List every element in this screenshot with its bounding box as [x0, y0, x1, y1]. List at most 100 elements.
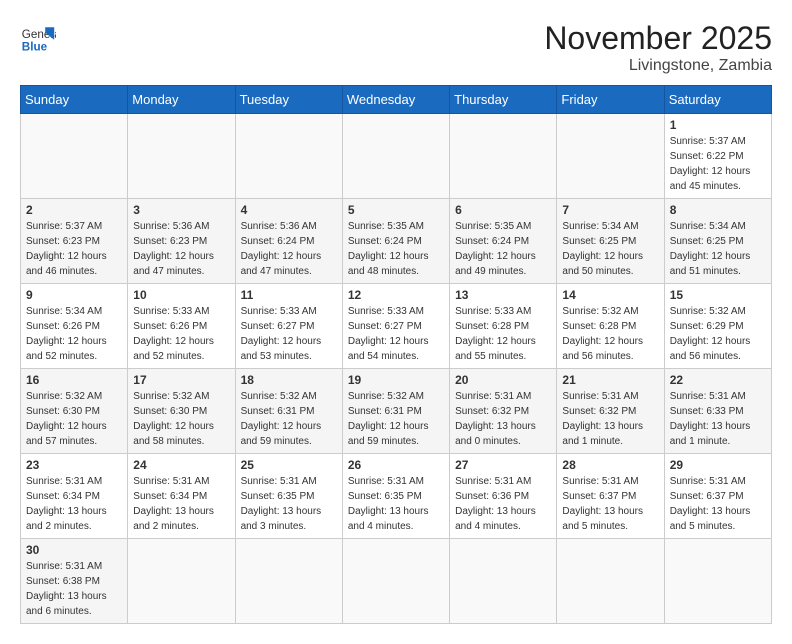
cell-info-text: Sunrise: 5:31 AM Sunset: 6:37 PM Dayligh…	[670, 474, 766, 534]
calendar-cell: 21 Sunrise: 5:31 AM Sunset: 6:32 PM Dayli…	[557, 369, 664, 454]
calendar-cell: 27Sunrise: 5:31 AM Sunset: 6:36 PM Dayli…	[450, 454, 557, 539]
cell-info-text: Sunrise: 5:31 AM Sunset: 6:32 PM Dayligh…	[562, 389, 658, 449]
cell-date-number: 5	[348, 203, 444, 217]
title-area: November 2025 Livingstone, Zambia	[544, 20, 772, 75]
header: General Blue November 2025 Livingstone, …	[20, 20, 772, 75]
calendar-cell	[235, 539, 342, 624]
cell-info-text: Sunrise: 5:32 AM Sunset: 6:30 PM Dayligh…	[133, 389, 229, 449]
cell-info-text: Sunrise: 5:34 AM Sunset: 6:25 PM Dayligh…	[670, 219, 766, 279]
logo: General Blue	[20, 20, 56, 56]
calendar-cell	[450, 539, 557, 624]
calendar-cell	[128, 114, 235, 199]
cell-date-number: 15	[670, 288, 766, 302]
cell-info-text: Sunrise: 5:31 AM Sunset: 6:34 PM Dayligh…	[133, 474, 229, 534]
cell-info-text: Sunrise: 5:31 AM Sunset: 6:36 PM Dayligh…	[455, 474, 551, 534]
day-header-saturday: Saturday	[664, 86, 771, 114]
cell-date-number: 8	[670, 203, 766, 217]
calendar-cell: 30 Sunrise: 5:31 AM Sunset: 6:38 PM Dayli…	[21, 539, 128, 624]
calendar-cell: 1Sunrise: 5:37 AM Sunset: 6:22 PM Daylig…	[664, 114, 771, 199]
cell-date-number: 2	[26, 203, 122, 217]
calendar-cell: 8 Sunrise: 5:34 AM Sunset: 6:25 PM Daylig…	[664, 199, 771, 284]
calendar-cell: 22Sunrise: 5:31 AM Sunset: 6:33 PM Dayli…	[664, 369, 771, 454]
calendar-cell: 25 Sunrise: 5:31 AM Sunset: 6:35 PM Dayli…	[235, 454, 342, 539]
cell-date-number: 19	[348, 373, 444, 387]
cell-date-number: 30	[26, 543, 122, 557]
calendar-week-row: 16Sunrise: 5:32 AM Sunset: 6:30 PM Dayli…	[21, 369, 772, 454]
calendar-cell	[557, 539, 664, 624]
cell-date-number: 28	[562, 458, 658, 472]
cell-info-text: Sunrise: 5:32 AM Sunset: 6:29 PM Dayligh…	[670, 304, 766, 364]
calendar-cell: 15 Sunrise: 5:32 AM Sunset: 6:29 PM Dayli…	[664, 284, 771, 369]
cell-date-number: 10	[133, 288, 229, 302]
calendar-cell: 29 Sunrise: 5:31 AM Sunset: 6:37 PM Dayli…	[664, 454, 771, 539]
cell-date-number: 22	[670, 373, 766, 387]
calendar-cell: 7Sunrise: 5:34 AM Sunset: 6:25 PM Daylig…	[557, 199, 664, 284]
cell-date-number: 17	[133, 373, 229, 387]
calendar-cell: 13 Sunrise: 5:33 AM Sunset: 6:28 PM Dayli…	[450, 284, 557, 369]
cell-info-text: Sunrise: 5:32 AM Sunset: 6:30 PM Dayligh…	[26, 389, 122, 449]
cell-info-text: Sunrise: 5:36 AM Sunset: 6:23 PM Dayligh…	[133, 219, 229, 279]
cell-info-text: Sunrise: 5:37 AM Sunset: 6:23 PM Dayligh…	[26, 219, 122, 279]
cell-date-number: 14	[562, 288, 658, 302]
cell-info-text: Sunrise: 5:35 AM Sunset: 6:24 PM Dayligh…	[348, 219, 444, 279]
cell-info-text: Sunrise: 5:32 AM Sunset: 6:31 PM Dayligh…	[241, 389, 337, 449]
cell-info-text: Sunrise: 5:34 AM Sunset: 6:26 PM Dayligh…	[26, 304, 122, 364]
day-header-sunday: Sunday	[21, 86, 128, 114]
calendar-cell: 2 Sunrise: 5:37 AM Sunset: 6:23 PM Daylig…	[21, 199, 128, 284]
cell-info-text: Sunrise: 5:31 AM Sunset: 6:34 PM Dayligh…	[26, 474, 122, 534]
calendar-cell	[21, 114, 128, 199]
calendar-cell: 12Sunrise: 5:33 AM Sunset: 6:27 PM Dayli…	[342, 284, 449, 369]
cell-info-text: Sunrise: 5:33 AM Sunset: 6:26 PM Dayligh…	[133, 304, 229, 364]
calendar-cell: 23 Sunrise: 5:31 AM Sunset: 6:34 PM Dayli…	[21, 454, 128, 539]
calendar-cell	[128, 539, 235, 624]
cell-date-number: 20	[455, 373, 551, 387]
cell-date-number: 23	[26, 458, 122, 472]
calendar-cell: 18 Sunrise: 5:32 AM Sunset: 6:31 PM Dayli…	[235, 369, 342, 454]
day-header-monday: Monday	[128, 86, 235, 114]
day-header-wednesday: Wednesday	[342, 86, 449, 114]
cell-date-number: 12	[348, 288, 444, 302]
calendar-week-row: 23 Sunrise: 5:31 AM Sunset: 6:34 PM Dayli…	[21, 454, 772, 539]
calendar-cell: 19Sunrise: 5:32 AM Sunset: 6:31 PM Dayli…	[342, 369, 449, 454]
svg-text:Blue: Blue	[22, 41, 48, 54]
calendar-cell: 26 Sunrise: 5:31 AM Sunset: 6:35 PM Dayli…	[342, 454, 449, 539]
calendar-week-row: 2 Sunrise: 5:37 AM Sunset: 6:23 PM Daylig…	[21, 199, 772, 284]
calendar-week-row: 9 Sunrise: 5:34 AM Sunset: 6:26 PM Daylig…	[21, 284, 772, 369]
cell-date-number: 9	[26, 288, 122, 302]
calendar-week-row: 1Sunrise: 5:37 AM Sunset: 6:22 PM Daylig…	[21, 114, 772, 199]
calendar-cell: 28Sunrise: 5:31 AM Sunset: 6:37 PM Dayli…	[557, 454, 664, 539]
cell-date-number: 21	[562, 373, 658, 387]
cell-info-text: Sunrise: 5:31 AM Sunset: 6:32 PM Dayligh…	[455, 389, 551, 449]
cell-date-number: 29	[670, 458, 766, 472]
cell-date-number: 3	[133, 203, 229, 217]
cell-info-text: Sunrise: 5:36 AM Sunset: 6:24 PM Dayligh…	[241, 219, 337, 279]
day-header-tuesday: Tuesday	[235, 86, 342, 114]
cell-date-number: 25	[241, 458, 337, 472]
calendar-cell: 6Sunrise: 5:35 AM Sunset: 6:24 PM Daylig…	[450, 199, 557, 284]
cell-info-text: Sunrise: 5:31 AM Sunset: 6:35 PM Dayligh…	[241, 474, 337, 534]
calendar-cell: 16Sunrise: 5:32 AM Sunset: 6:30 PM Dayli…	[21, 369, 128, 454]
calendar-cell: 10 Sunrise: 5:33 AM Sunset: 6:26 PM Dayli…	[128, 284, 235, 369]
cell-date-number: 4	[241, 203, 337, 217]
calendar-cell: 20 Sunrise: 5:31 AM Sunset: 6:32 PM Dayli…	[450, 369, 557, 454]
cell-date-number: 26	[348, 458, 444, 472]
cell-info-text: Sunrise: 5:32 AM Sunset: 6:28 PM Dayligh…	[562, 304, 658, 364]
cell-date-number: 7	[562, 203, 658, 217]
calendar-header-row: SundayMondayTuesdayWednesdayThursdayFrid…	[21, 86, 772, 114]
location: Livingstone, Zambia	[544, 57, 772, 75]
day-header-thursday: Thursday	[450, 86, 557, 114]
cell-info-text: Sunrise: 5:31 AM Sunset: 6:38 PM Dayligh…	[26, 559, 122, 619]
month-title: November 2025	[544, 20, 772, 57]
cell-date-number: 18	[241, 373, 337, 387]
calendar-cell	[557, 114, 664, 199]
day-header-friday: Friday	[557, 86, 664, 114]
calendar-cell	[342, 114, 449, 199]
cell-info-text: Sunrise: 5:31 AM Sunset: 6:35 PM Dayligh…	[348, 474, 444, 534]
cell-info-text: Sunrise: 5:33 AM Sunset: 6:28 PM Dayligh…	[455, 304, 551, 364]
cell-info-text: Sunrise: 5:33 AM Sunset: 6:27 PM Dayligh…	[241, 304, 337, 364]
calendar-cell: 14 Sunrise: 5:32 AM Sunset: 6:28 PM Dayli…	[557, 284, 664, 369]
calendar-cell	[450, 114, 557, 199]
cell-date-number: 6	[455, 203, 551, 217]
cell-date-number: 13	[455, 288, 551, 302]
calendar-cell: 24Sunrise: 5:31 AM Sunset: 6:34 PM Dayli…	[128, 454, 235, 539]
